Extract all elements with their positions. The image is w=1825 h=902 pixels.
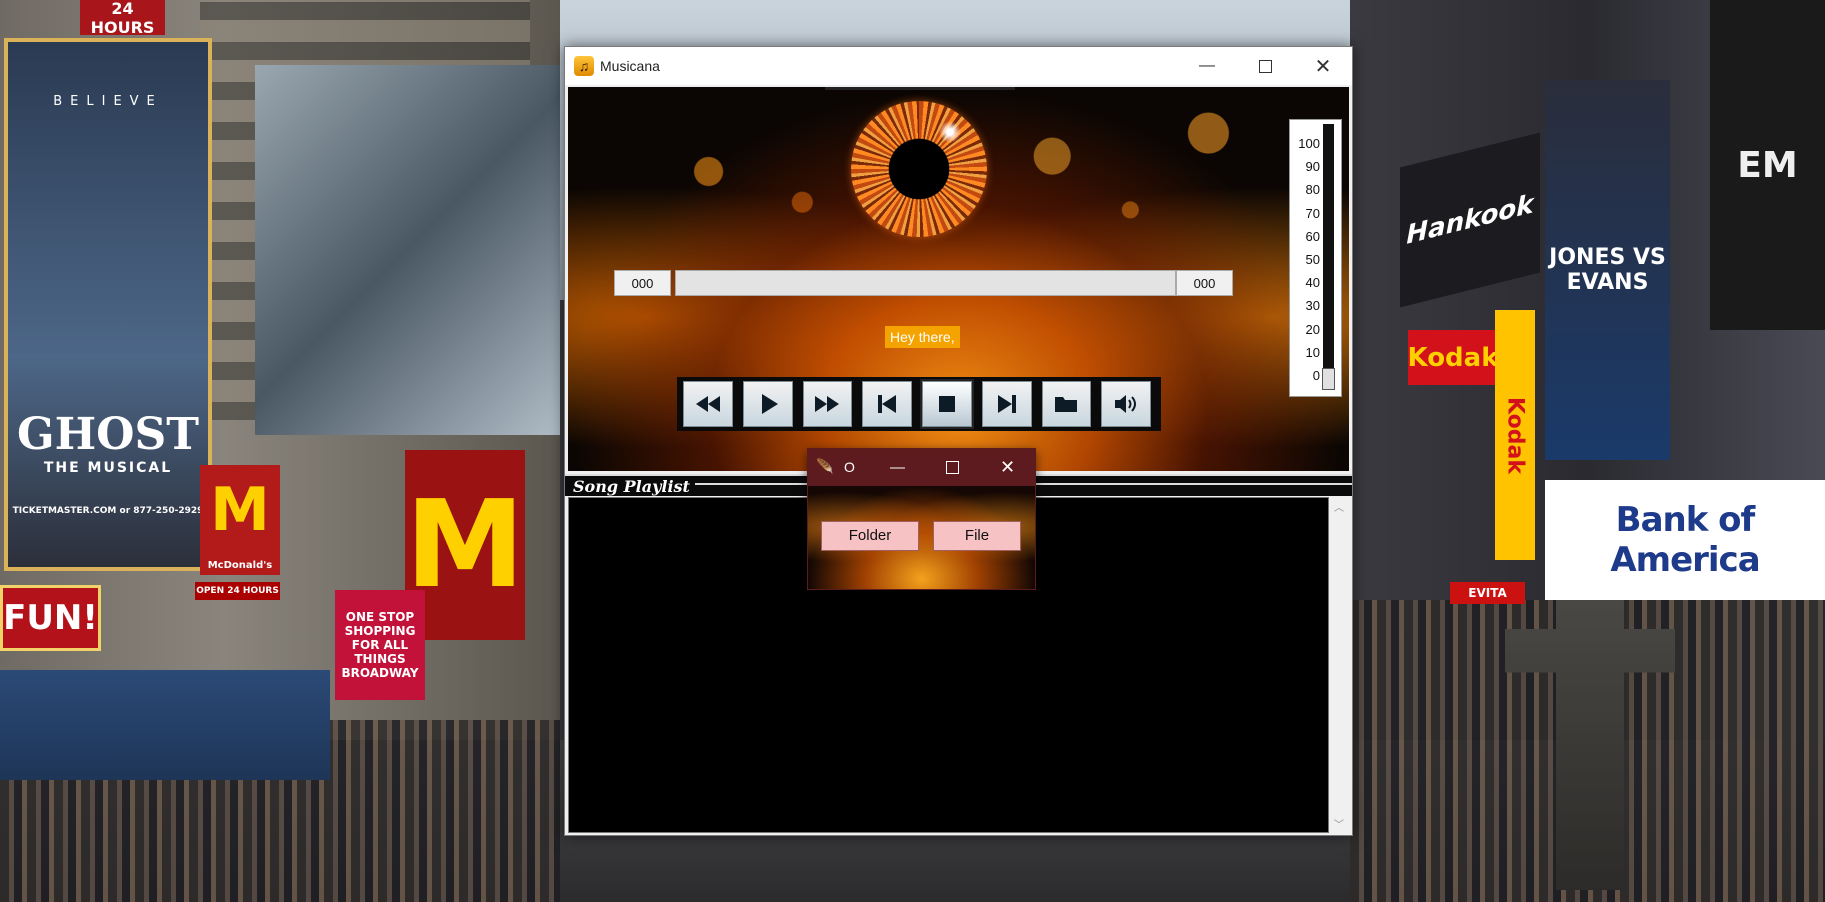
musicana-window: ♫ Musicana — ✕ 000 000 Hey there, 100 90… [564,46,1353,836]
volume-button[interactable] [1101,381,1151,427]
previous-track-button[interactable] [862,381,912,427]
next-track-button[interactable] [981,381,1032,427]
total-time: 000 [1176,270,1233,296]
minimize-icon: — [1199,57,1215,74]
ghost-tagline: BELIEVE [53,93,163,109]
dialog-maximize-button[interactable] [925,449,980,486]
volume-thumb[interactable] [1322,368,1335,390]
speaker-icon [1115,395,1137,413]
feather-icon: 🪶 [816,458,834,474]
close-button[interactable]: ✕ [1294,47,1352,85]
volume-tick: 100 [1298,136,1320,151]
progress-slider[interactable] [675,270,1176,296]
play-icon [761,394,778,414]
bank-billboard: Bank of America [1545,480,1825,600]
fun-sign: FUN! [0,585,101,651]
volume-slider[interactable]: 100 90 80 70 60 50 40 30 20 10 0 [1289,119,1342,397]
evita-sign: EVITA [1450,582,1525,604]
volume-tick: 70 [1305,205,1320,221]
mcdonalds-arch: M [200,465,280,555]
rewind-button[interactable] [683,381,733,427]
volume-scale: 100 90 80 70 60 50 40 30 20 10 0 [1290,132,1322,387]
stop-icon [938,396,955,412]
dialog-title: O [844,459,855,475]
play-button[interactable] [742,381,793,427]
ghost-billboard: BELIEVE GHOST THE MUSICAL TICKETMASTER.C… [4,38,212,571]
kodak-vertical: Kodak [1495,310,1535,560]
skip-back-icon [878,395,897,413]
dialog-title-bar[interactable]: 🪶 O — ✕ [808,449,1035,486]
folder-icon [1055,397,1078,412]
shopping-billboard: ONE STOP SHOPPING FOR ALL THINGS BROADWA… [335,590,425,700]
maximize-button[interactable] [1236,47,1294,85]
volume-track[interactable] [1323,124,1334,390]
mcdonalds-sign: McDonald's [200,555,280,575]
volume-tick: 40 [1305,275,1320,291]
dialog-body: Folder File [808,486,1035,589]
volume-tick: 80 [1305,182,1320,198]
maximize-icon [946,461,959,474]
minimize-button[interactable]: — [1178,47,1236,85]
album-art [851,101,987,237]
ghost-title: GHOST [17,408,199,460]
ufc-billboard: JONES VS EVANS [1545,80,1670,460]
file-button[interactable]: File [933,521,1021,551]
scroll-down-icon[interactable]: ﹀ [1334,816,1344,831]
empire-billboard: EM [1710,0,1825,330]
volume-tick: 90 [1305,159,1320,175]
water-billboard [255,65,560,435]
marquee-left [0,670,330,780]
stop-button[interactable] [920,379,974,429]
rewind-icon [695,396,720,412]
playlist-title: Song Playlist [573,477,690,496]
volume-tick: 10 [1305,344,1320,360]
fast-forward-icon [815,396,840,412]
folder-button[interactable]: Folder [821,521,919,551]
minimize-icon: — [890,459,905,476]
lyric-text: Hey there, [885,326,960,348]
ghost-subtitle: THE MUSICAL [43,459,173,476]
close-icon: ✕ [999,457,1016,477]
scroll-up-icon[interactable]: ︿ [1334,499,1344,514]
kodak-sign: Kodak [1408,330,1499,385]
top-divider [825,87,1015,90]
music-note-icon: ♫ [574,56,594,76]
open-24-sign: OPEN 24 HOURS [195,582,280,600]
elapsed-time: 000 [614,270,671,296]
title-bar[interactable]: ♫ Musicana — ✕ [565,47,1352,85]
volume-tick: 0 [1312,367,1320,383]
ghost-url: TICKETMASTER.COM or 877-250-2929 [12,505,204,516]
playlist-scrollbar[interactable]: ︿ ﹀ [1329,497,1349,833]
dialog-close-button[interactable]: ✕ [980,449,1035,486]
hours-sign: 24 HOURS [80,0,165,37]
volume-tick: 60 [1305,228,1320,244]
volume-tick: 20 [1305,321,1320,337]
volume-tick: 30 [1305,298,1320,314]
open-dialog: 🪶 O — ✕ Folder File [807,448,1036,590]
player-panel: 000 000 Hey there, 100 90 80 70 60 50 40… [568,87,1349,471]
maximize-icon [1258,59,1272,73]
dialog-minimize-button[interactable]: — [870,449,925,486]
volume-tick: 50 [1305,251,1320,267]
open-folder-button[interactable] [1041,381,1092,427]
window-title: Musicana [600,58,660,74]
close-icon: ✕ [1314,55,1332,78]
skip-forward-icon [997,395,1016,413]
playback-controls [677,377,1161,431]
fast-forward-button[interactable] [802,381,853,427]
